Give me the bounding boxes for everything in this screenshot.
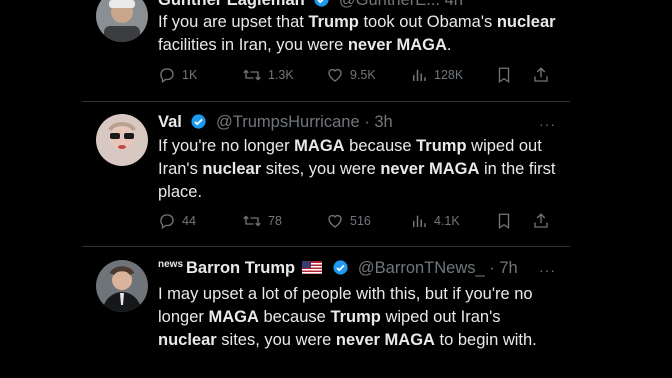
views-icon	[413, 215, 426, 227]
bookmark-button[interactable]	[496, 66, 518, 84]
tweet-text-part: to begin with.	[434, 331, 537, 349]
views-button[interactable]: 4.1K	[410, 212, 460, 230]
tweet-text-bold: Trump	[330, 308, 381, 326]
tweet-text: I may upset a lot of people with this, b…	[158, 283, 558, 352]
reply-icon	[160, 68, 174, 84]
avatar[interactable]	[96, 260, 148, 312]
tweet-time[interactable]: 4h	[445, 0, 463, 9]
news-label: news	[158, 259, 184, 270]
tweet-actions: 1K 1.3K 9.5K 128K	[158, 66, 548, 86]
tweet-text-part: If you're no longer	[158, 137, 295, 155]
author-handle[interactable]: @BarronTNews_	[358, 259, 485, 277]
tweet-text-part: because	[344, 137, 417, 155]
tweet-header: news Barron Trump @BarronTNews_ · 7h	[158, 259, 518, 281]
tweet-text-part: because	[258, 308, 331, 326]
verified-badge-icon	[190, 113, 207, 135]
more-icon[interactable]: ···	[539, 116, 556, 132]
author-handle[interactable]: @TrumpsHurricane	[216, 113, 360, 131]
repost-count: 78	[268, 214, 282, 228]
tweet-text-bold: never MAGA	[347, 36, 447, 54]
views-count: 4.1K	[434, 214, 460, 228]
more-icon[interactable]: ···	[539, 262, 556, 278]
avatar[interactable]	[96, 0, 148, 42]
repost-icon	[243, 215, 261, 227]
tweet-text-part: sites, you were	[216, 331, 336, 349]
heart-icon	[328, 68, 342, 82]
tweet-text-bold: Trump	[416, 137, 467, 155]
tweet-text-bold: MAGA	[294, 137, 345, 155]
us-flag-icon	[301, 260, 322, 274]
tweet-text-bold: never MAGA	[380, 160, 480, 178]
share-button[interactable]	[532, 212, 556, 230]
reply-button[interactable]: 1K	[158, 66, 197, 84]
bookmark-button[interactable]	[496, 212, 518, 230]
tweet-header: Val @TrumpsHurricane · 3h	[158, 113, 393, 135]
tweet-time[interactable]: · 3h	[364, 113, 392, 131]
tweet-text-bold: nuclear	[158, 331, 217, 349]
like-count: 9.5K	[350, 68, 376, 82]
share-icon	[534, 213, 548, 228]
like-button[interactable]: 516	[326, 212, 371, 230]
tweet-actions: 44 78 516 4.1K	[158, 212, 548, 232]
repost-button[interactable]: 1.3K	[242, 66, 294, 84]
tweet-text-bold: Trump	[308, 13, 359, 31]
like-button[interactable]: 9.5K	[326, 66, 376, 84]
author-name[interactable]: Barron Trump	[186, 259, 295, 277]
views-count: 128K	[434, 68, 464, 82]
tweet-text-bold: MAGA	[208, 308, 259, 326]
author-name[interactable]: Val	[158, 113, 182, 131]
tweet-text-part: wiped out Iran's	[380, 308, 501, 326]
tweet-text: If you're no longer MAGA because Trump w…	[158, 135, 558, 204]
tweet-card[interactable]: Val @TrumpsHurricane · 3h ··· If you're …	[82, 102, 570, 246]
tweet-text-part: facilities in Iran, you were	[158, 36, 348, 54]
like-count: 516	[350, 214, 371, 228]
avatar[interactable]	[96, 114, 148, 166]
reply-count: 44	[182, 214, 196, 228]
verified-badge-icon	[332, 259, 349, 281]
reply-count: 1K	[182, 68, 198, 82]
repost-button[interactable]: 78	[242, 212, 282, 230]
author-name[interactable]: Gunther Eagleman	[158, 0, 305, 9]
bookmark-icon	[498, 213, 510, 230]
bookmark-icon	[498, 67, 510, 84]
views-button[interactable]: 128K	[410, 66, 463, 84]
tweet-text-bold: never MAGA	[335, 331, 435, 349]
tweet-card[interactable]: Gunther Eagleman @GuntherE... 4h If you …	[82, 0, 570, 101]
timeline-feed: Gunther Eagleman @GuntherE... 4h If you …	[82, 0, 570, 378]
repost-count: 1.3K	[268, 68, 294, 82]
tweet-time[interactable]: · 7h	[489, 259, 517, 277]
author-handle[interactable]: @GuntherE...	[339, 0, 440, 9]
tweet-text-part: sites, you were	[261, 160, 381, 178]
share-icon	[534, 67, 548, 82]
tweet-text-bold: nuclear	[202, 160, 262, 178]
tweet-text-part: took out Obama's	[358, 13, 497, 31]
tweet-card[interactable]: news Barron Trump @BarronTNews_ · 7h ··· …	[82, 247, 570, 378]
tweet-text: If you are upset that Trump took out Oba…	[158, 11, 558, 57]
reply-icon	[160, 214, 174, 230]
tweet-text-part: .	[446, 36, 452, 54]
repost-icon	[243, 69, 261, 81]
tweet-text-bold: nuclear	[496, 13, 556, 31]
share-button[interactable]	[532, 66, 556, 84]
reply-button[interactable]: 44	[158, 212, 196, 230]
heart-icon	[328, 214, 342, 228]
views-icon	[413, 69, 426, 81]
tweet-text-part: If you are upset that	[158, 13, 309, 31]
